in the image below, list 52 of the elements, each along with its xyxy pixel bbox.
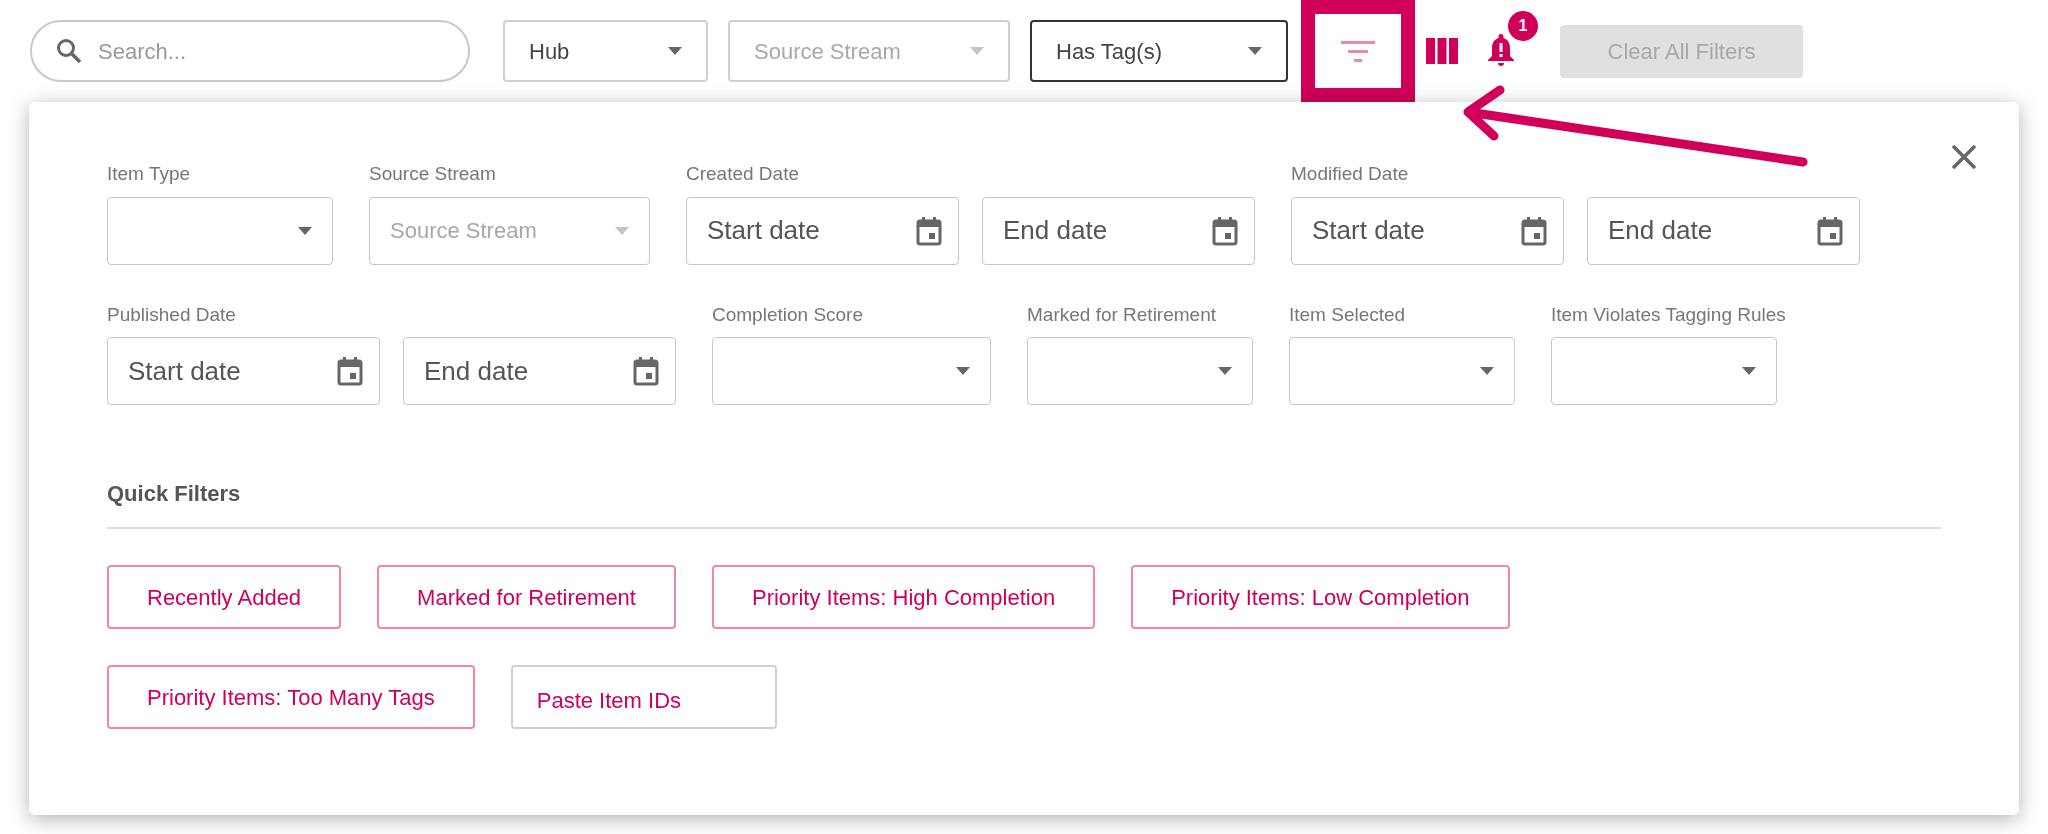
select-field[interactable] (107, 196, 333, 265)
dropdown[interactable]: Has Tag(s) (1030, 20, 1288, 82)
notification-badge: 1 (1508, 10, 1538, 41)
field-label: Created Date (686, 162, 800, 186)
quick-filter-chip[interactable]: Priority Items: High Completion (711, 565, 1096, 629)
date-field[interactable]: End date (403, 337, 676, 405)
caret-icon (1248, 47, 1262, 55)
quick-filter-chip[interactable]: Priority Items: Low Completion (1131, 565, 1510, 629)
section-title: Quick Filters (107, 480, 242, 508)
quick-filter-chip[interactable]: Paste Item IDs (510, 665, 778, 729)
caret-icon (615, 226, 629, 235)
dropdown[interactable]: Hub (503, 20, 708, 82)
select-field[interactable] (1289, 337, 1515, 405)
calendar-icon (916, 215, 942, 246)
select-field[interactable] (1027, 337, 1253, 405)
field-label: Source Stream (369, 162, 497, 186)
caret-icon (970, 47, 984, 55)
field-label: Item Selected (1289, 302, 1407, 327)
calendar-icon (1521, 215, 1547, 246)
filter-icon (1341, 39, 1375, 63)
bell-icon (1486, 32, 1516, 67)
caret-icon (1742, 367, 1756, 375)
caret-icon (956, 367, 970, 375)
select-field[interactable] (1551, 337, 1777, 405)
date-field[interactable]: Start date (1291, 196, 1564, 265)
date-field[interactable]: End date (1587, 196, 1860, 265)
search-field[interactable]: Search... (30, 20, 470, 82)
field-label: Completion Score (712, 302, 865, 327)
quick-filter-chip[interactable]: Recently Added (107, 565, 342, 629)
calendar-icon (337, 356, 363, 386)
field-label: Item Violates Tagging Rules (1551, 302, 1786, 327)
quick-filter-chip[interactable]: Marked for Retirement (377, 565, 676, 629)
date-field[interactable]: Start date (107, 337, 380, 405)
close-icon (1951, 144, 1977, 170)
calendar-icon (1817, 215, 1843, 246)
calendar-icon (633, 356, 659, 386)
date-field[interactable]: Start date (686, 196, 959, 265)
quick-filter-chip[interactable]: Priority Items: Too Many Tags (107, 665, 475, 729)
search-input[interactable]: Search... (98, 34, 444, 68)
caret-icon (1480, 367, 1494, 375)
date-field[interactable]: End date (982, 196, 1255, 265)
caret-icon (298, 226, 312, 235)
search-icon (56, 38, 82, 64)
field-label: Item Type (107, 162, 192, 186)
select-field[interactable] (712, 337, 991, 405)
field-label: Modified Date (1291, 162, 1410, 186)
columns-icon (1426, 38, 1458, 64)
caret-icon (1218, 367, 1232, 375)
caret-icon (668, 47, 682, 55)
field-label: Published Date (107, 302, 237, 327)
calendar-icon (1212, 215, 1238, 246)
field-label: Marked for Retirement (1027, 302, 1217, 327)
